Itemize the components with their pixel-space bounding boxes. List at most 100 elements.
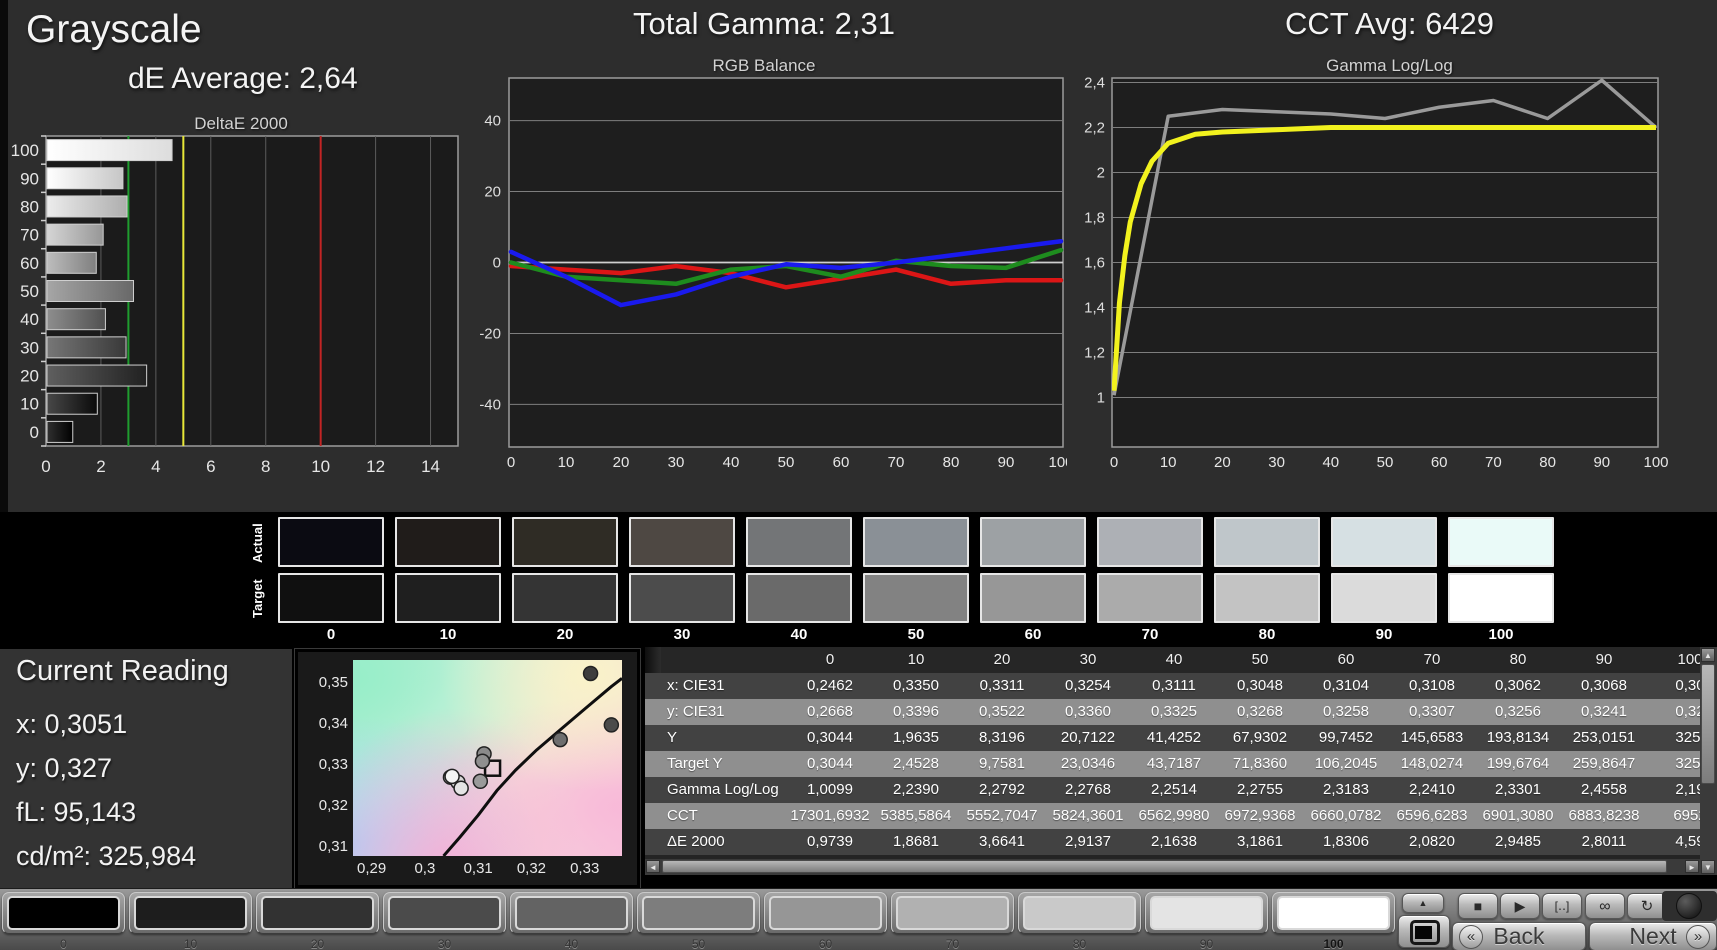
target-swatch-90	[1331, 573, 1437, 623]
swatch-level-label-40: 40	[790, 626, 808, 643]
pattern-cell-100[interactable]	[1272, 892, 1395, 934]
cct-average-readout: CCT Avg: 6429	[1284, 6, 1495, 41]
scroll-up-button[interactable]: ▲	[1701, 648, 1715, 662]
horizontal-scroll-thumb[interactable]	[662, 860, 1667, 873]
continuous-read-button[interactable]: ∞	[1585, 893, 1625, 919]
charts-band: Grayscale dE Average: 2,64 DeltaE 2000 T…	[0, 0, 1717, 512]
svg-text:60: 60	[20, 254, 39, 273]
pattern-cell-0[interactable]	[2, 892, 125, 934]
target-swatch-0	[278, 573, 384, 623]
cell-Target-Y-10: 2,4528	[873, 751, 959, 777]
cell-x-CIE31-90: 0,3068	[1561, 673, 1647, 699]
cie-chromaticity-panel: 0,35 0,34 0,33 0,32 0,31 0,29 0,3 0,31 0,32 0,33	[295, 649, 640, 888]
read-series-button[interactable]: [‥]	[1542, 893, 1582, 919]
pattern-cell-30[interactable]	[383, 892, 506, 934]
reading-x-value: x: 0,3051	[16, 709, 128, 739]
cie-x-tick: 0,3	[414, 860, 436, 877]
svg-text:0: 0	[507, 454, 515, 470]
pattern-cell-90[interactable]	[1145, 892, 1268, 934]
pattern-cell-10[interactable]	[129, 892, 252, 934]
table-header-80: 80	[1475, 647, 1561, 673]
target-swatch-30	[629, 573, 735, 623]
row-gutter	[645, 699, 661, 725]
pattern-swatch-90	[1150, 896, 1263, 930]
target-swatch-50	[863, 573, 969, 623]
cell-CCT-50: 6972,9368	[1217, 803, 1303, 829]
table-vertical-scrollbar[interactable]: ▲ ▼	[1700, 647, 1717, 875]
cell-CCT-60: 6660,0782	[1303, 803, 1389, 829]
svg-text:1,4: 1,4	[1084, 300, 1105, 317]
back-button[interactable]: « Back	[1452, 922, 1586, 950]
row-gutter	[645, 803, 661, 829]
svg-text:20: 20	[613, 454, 630, 470]
play-button[interactable]: ▶	[1500, 893, 1540, 919]
table-header-20: 20	[959, 647, 1045, 673]
scroll-down-button[interactable]: ▼	[1701, 860, 1715, 874]
cell--E-2000-50: 3,1861	[1217, 829, 1303, 855]
scroll-left-button[interactable]: ◄	[646, 860, 660, 873]
row-label: Y	[661, 725, 787, 751]
svg-text:2: 2	[1097, 165, 1105, 182]
svg-text:50: 50	[778, 454, 795, 470]
table-header-10: 10	[873, 647, 959, 673]
collapse-bar-button[interactable]: ▲	[1402, 893, 1444, 913]
row-gutter	[645, 673, 661, 699]
actual-swatch-30	[629, 517, 735, 567]
swatch-level-label-50: 50	[907, 626, 925, 643]
svg-text:2: 2	[96, 457, 105, 476]
next-button[interactable]: Next »	[1589, 922, 1717, 950]
pattern-label-20: 20	[310, 937, 325, 950]
display-square-icon	[1415, 926, 1432, 939]
cie-x-tick: 0,31	[463, 860, 493, 877]
cell-Target-Y-100: 325,	[1647, 751, 1700, 777]
pattern-cell-50[interactable]	[637, 892, 760, 934]
swatch-level-label-80: 80	[1258, 626, 1276, 643]
pattern-cell-40[interactable]	[510, 892, 633, 934]
cell-Target-Y-30: 23,0346	[1045, 751, 1131, 777]
svg-text:50: 50	[1377, 454, 1394, 470]
cell-Target-Y-90: 259,8647	[1561, 751, 1647, 777]
svg-text:90: 90	[1593, 454, 1610, 470]
pattern-cell-60[interactable]	[764, 892, 887, 934]
pattern-label-40: 40	[564, 937, 579, 950]
cell-Y-100: 325,	[1647, 725, 1700, 751]
vertical-scroll-thumb[interactable]	[1701, 664, 1715, 784]
cell-x-CIE31-60: 0,3104	[1303, 673, 1389, 699]
actual-swatch-row	[278, 517, 1554, 567]
svg-text:80: 80	[1539, 454, 1556, 470]
pattern-cell-70[interactable]	[891, 892, 1014, 934]
cell-y-CIE31-50: 0,3268	[1217, 699, 1303, 725]
table-header-blank	[661, 647, 787, 673]
pattern-cell-80[interactable]	[1018, 892, 1141, 934]
stop-button[interactable]: ■	[1458, 893, 1498, 919]
back-arrow-icon: «	[1459, 925, 1483, 949]
svg-text:70: 70	[888, 454, 905, 470]
display-pattern-button[interactable]	[1398, 915, 1450, 948]
target-swatch-70	[1097, 573, 1203, 623]
cell-CCT-20: 5552,7047	[959, 803, 1045, 829]
cell-Target-Y-70: 148,0274	[1389, 751, 1475, 777]
svg-text:0: 0	[493, 255, 501, 272]
cell-Target-Y-60: 106,2045	[1303, 751, 1389, 777]
refresh-button[interactable]: ↻	[1627, 893, 1667, 919]
actual-swatch-100	[1448, 517, 1554, 567]
row-label: Target Y	[661, 751, 787, 777]
cell-y-CIE31-10: 0,3396	[873, 699, 959, 725]
target-swatch-100	[1448, 573, 1554, 623]
scroll-right-button[interactable]: ►	[1685, 860, 1699, 873]
row-gutter	[645, 777, 661, 803]
cell-y-CIE31-100: 0,32	[1647, 699, 1700, 725]
svg-text:20: 20	[20, 367, 39, 386]
cell-Gamma-Log-Log-90: 2,4558	[1561, 777, 1647, 803]
pattern-swatch-80	[1023, 896, 1136, 930]
actual-swatch-0	[278, 517, 384, 567]
swatch-level-label-20: 20	[556, 626, 574, 643]
knob-button[interactable]	[1676, 893, 1702, 919]
row-gutter	[645, 751, 661, 777]
table-horizontal-scrollbar[interactable]: ◄ ►	[645, 859, 1700, 875]
pattern-cell-20[interactable]	[256, 892, 379, 934]
cell--E-2000-70: 2,0820	[1389, 829, 1475, 855]
cie-points-overlay	[442, 665, 622, 856]
cell-Gamma-Log-Log-20: 2,2792	[959, 777, 1045, 803]
svg-text:70: 70	[20, 226, 39, 245]
